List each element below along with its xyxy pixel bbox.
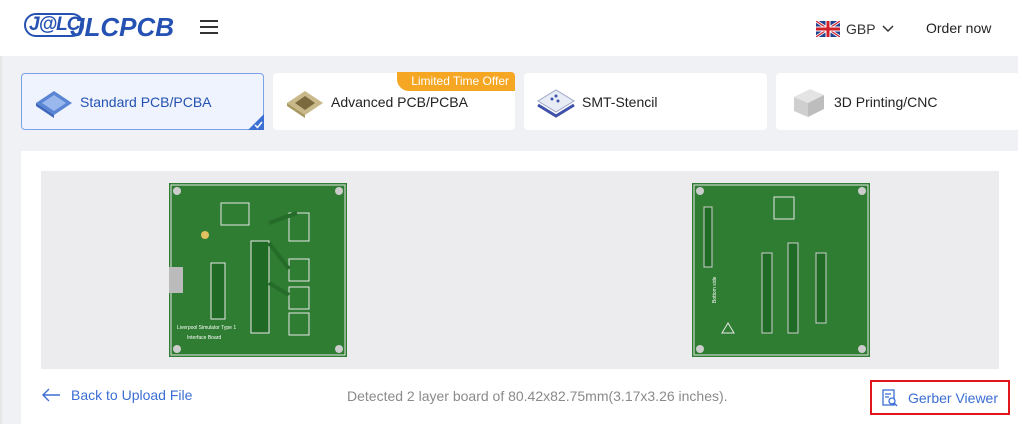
pcb-back-image: Bottom side [692, 183, 870, 357]
pcb-silkscreen-sublabel: Interface Board [187, 335, 221, 341]
currency-selector[interactable]: GBP [816, 19, 894, 39]
board-detected-info: Detected 2 layer board of 80.42x82.75mm(… [347, 388, 728, 404]
3d-printing-icon [794, 88, 824, 117]
document-search-icon [882, 388, 898, 406]
top-header: J@LC JLCPCB GBP Order now [0, 0, 1022, 56]
uk-flag-icon [816, 21, 840, 37]
gerber-viewer-button[interactable]: Gerber Viewer [870, 380, 1010, 415]
jlcpcb-logo[interactable]: J@LC JLCPCB [24, 10, 184, 46]
smt-stencil-icon [537, 88, 575, 118]
tab-label: 3D Printing/CNC [834, 93, 938, 110]
tab-smt-stencil[interactable]: SMT-Stencil [524, 73, 767, 130]
back-label: Back to Upload File [71, 387, 193, 403]
pcb-front-image: Liverpool Simulator Type 1 Interface Boa… [169, 183, 347, 357]
currency-label: GBP [846, 21, 876, 37]
back-to-upload-link[interactable]: Back to Upload File [41, 387, 192, 403]
chevron-down-icon [882, 25, 894, 33]
result-panel: Liverpool Simulator Type 1 Interface Boa… [21, 151, 1018, 424]
tab-label: SMT-Stencil [582, 93, 658, 110]
left-edge-strip [0, 0, 2, 424]
tab-standard-pcb[interactable]: Standard PCB/PCBA [21, 73, 264, 130]
standard-pcb-icon [36, 90, 72, 118]
order-now-link[interactable]: Order now [926, 20, 991, 36]
gerber-label: Gerber Viewer [908, 389, 999, 406]
advanced-pcb-icon [287, 90, 323, 118]
limited-offer-badge: Limited Time Offer [397, 72, 515, 91]
logo-text: JLCPCB [70, 12, 175, 42]
right-edge [1018, 0, 1022, 424]
arrow-left-icon [42, 388, 60, 402]
tab-label: Standard PCB/PCBA [80, 93, 212, 110]
pcb-silkscreen-label: Liverpool Simulator Type 1 [177, 325, 236, 331]
selected-check-icon [248, 114, 264, 130]
tab-label: Advanced PCB/PCBA [331, 93, 468, 110]
tab-3d-printing[interactable]: 3D Printing/CNC [776, 73, 1019, 130]
pcb-preview-area: Liverpool Simulator Type 1 Interface Boa… [41, 171, 999, 369]
tab-advanced-pcb[interactable]: Advanced PCB/PCBA Limited Time Offer [273, 72, 515, 130]
hamburger-menu-icon[interactable] [200, 20, 218, 34]
pcb-back-label: Bottom side [712, 276, 718, 303]
